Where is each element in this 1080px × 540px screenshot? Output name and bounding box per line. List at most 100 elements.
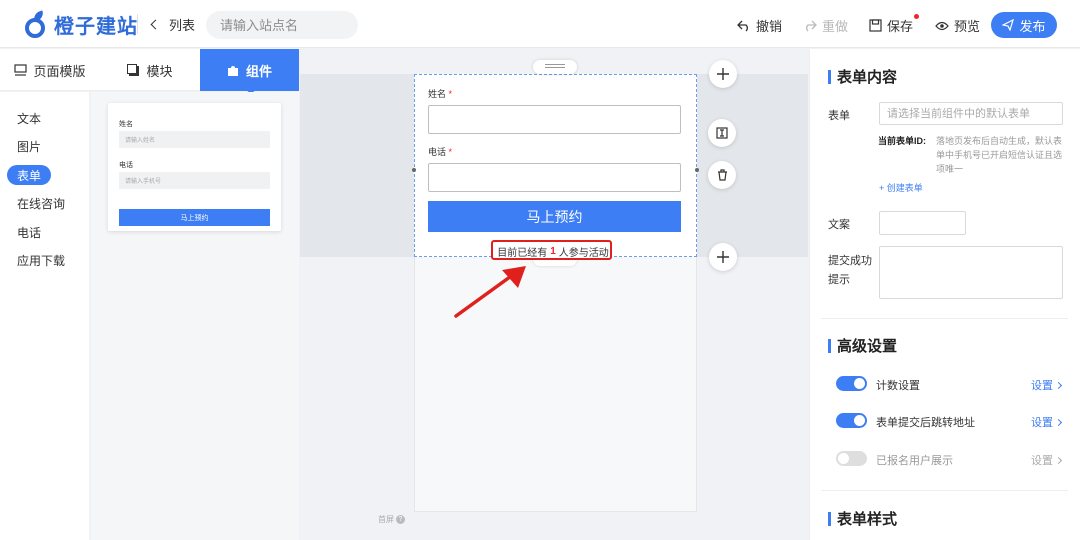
save-label: 保存 xyxy=(887,19,914,34)
component-panel: 姓名 请输入姓名 电话 请输入手机号 马上预约 xyxy=(91,92,299,540)
tab-modules[interactable]: 模块 xyxy=(100,49,200,91)
save-icon xyxy=(869,19,882,32)
registered-users-label: 已报名用户展示 xyxy=(876,455,953,467)
help-icon[interactable]: ? xyxy=(396,515,405,524)
brand-name: 橙子建站 xyxy=(54,16,138,38)
redo-label: 重做 xyxy=(822,19,849,34)
back-label: 列表 xyxy=(169,18,196,33)
category-image[interactable]: 图片 xyxy=(7,136,51,156)
plus-icon xyxy=(717,68,729,80)
back-to-list-link[interactable]: 列表 xyxy=(150,15,196,34)
publish-label: 发布 xyxy=(1019,18,1046,34)
setting-link-label: 设置 xyxy=(1031,380,1053,392)
annotation-arrow-icon xyxy=(454,266,526,318)
redirect-url-label: 表单提交后跳转地址 xyxy=(876,417,975,429)
create-form-link[interactable]: + 创建表单 xyxy=(879,181,923,194)
registered-users-link[interactable]: 设置 xyxy=(1031,452,1063,468)
required-mark: * xyxy=(448,89,453,99)
divider xyxy=(137,14,138,34)
component-category-list: 文本 图片 表单 在线咨询 电话 应用下载 xyxy=(0,92,90,540)
preview-submit-button: 马上预约 xyxy=(119,209,270,226)
puzzle-icon xyxy=(227,65,238,76)
category-app-download[interactable]: 应用下载 xyxy=(7,250,75,270)
category-online-consult[interactable]: 在线咨询 xyxy=(7,193,75,213)
preview-phone-label: 电话 xyxy=(119,162,133,169)
success-label-line2: 提示 xyxy=(828,274,850,286)
redirect-url-link[interactable]: 设置 xyxy=(1031,414,1063,430)
send-icon xyxy=(1002,19,1015,31)
add-section-above-button[interactable] xyxy=(709,60,737,88)
redo-icon xyxy=(806,20,817,31)
form-select-label: 表单 xyxy=(828,110,850,122)
default-form-select[interactable] xyxy=(879,102,1063,125)
resize-dot-right[interactable] xyxy=(695,168,699,172)
module-icon xyxy=(127,63,140,76)
success-tip-textarea[interactable] xyxy=(879,246,1063,299)
form-style-title: 表单样式 xyxy=(828,508,897,529)
category-form[interactable]: 表单 xyxy=(7,165,52,185)
publish-button[interactable]: 发布 xyxy=(991,12,1057,38)
tab-page-templates[interactable]: 页面模版 xyxy=(0,49,100,91)
count-setting-toggle[interactable] xyxy=(836,376,867,391)
component-tabs: 页面模版 模块 组件 xyxy=(0,49,299,94)
section-divider xyxy=(821,318,1068,319)
phone-label-text: 电话 xyxy=(428,147,447,157)
undo-icon xyxy=(737,20,748,31)
copy-label: 文案 xyxy=(828,219,850,231)
tab-label: 页面模版 xyxy=(33,63,86,79)
success-label-line1: 提交成功 xyxy=(828,255,872,267)
first-screen-label: 首屏 xyxy=(378,515,394,524)
advanced-settings-title: 高级设置 xyxy=(828,335,897,356)
chevron-right-icon xyxy=(1054,456,1063,464)
save-button[interactable]: 保存 xyxy=(869,14,920,35)
insert-icon xyxy=(716,127,728,139)
chevron-left-icon xyxy=(150,19,161,30)
insert-component-button[interactable] xyxy=(708,119,736,147)
count-setting-link[interactable]: 设置 xyxy=(1031,377,1063,393)
site-name-input[interactable] xyxy=(206,11,358,39)
preview-phone-input: 请输入手机号 xyxy=(119,172,270,189)
tab-components[interactable]: 组件 xyxy=(200,49,299,91)
count-setting-label: 计数设置 xyxy=(876,380,920,392)
tab-label: 模块 xyxy=(146,63,173,79)
unsaved-dot xyxy=(914,14,920,19)
save-label-wrap: 保存 xyxy=(887,14,920,35)
delete-component-button[interactable] xyxy=(708,161,736,189)
preview-button[interactable]: 预览 xyxy=(935,16,980,35)
category-text[interactable]: 文本 xyxy=(7,108,51,128)
top-bar: 橙子建站 列表 撤销 重做 保存 预览 发布 xyxy=(0,0,1080,48)
add-section-below-button[interactable] xyxy=(709,243,737,271)
phone-input[interactable] xyxy=(428,163,681,192)
redirect-url-toggle[interactable] xyxy=(836,413,867,428)
template-icon xyxy=(14,63,28,76)
form-name-label: 姓名 * xyxy=(428,87,452,100)
current-form-id-hint: 落地页发布后自动生成，默认表单中手机号已开启短信认证且选项唯一 xyxy=(936,136,1063,174)
chevron-right-icon xyxy=(1054,418,1063,426)
current-form-id-key: 当前表单ID: xyxy=(878,136,926,146)
setting-link-label: 设置 xyxy=(1031,417,1053,429)
eye-icon xyxy=(935,21,949,30)
resize-dot-left[interactable] xyxy=(412,168,416,172)
form-component-card[interactable]: 姓名 请输入姓名 电话 请输入手机号 马上预约 xyxy=(108,103,281,231)
copy-input[interactable] xyxy=(879,211,966,235)
registered-users-toggle[interactable] xyxy=(836,451,867,466)
name-input[interactable] xyxy=(428,105,681,134)
section-divider xyxy=(821,490,1068,491)
preview-name-label: 姓名 xyxy=(119,121,133,128)
form-content-title: 表单内容 xyxy=(828,66,897,87)
book-now-button[interactable]: 马上预约 xyxy=(428,201,681,232)
setting-link-label: 设置 xyxy=(1031,455,1053,467)
annotation-highlight-box xyxy=(491,240,612,260)
first-screen-marker: 首屏 ? xyxy=(378,514,405,525)
drag-handle-top[interactable] xyxy=(533,60,577,74)
category-phone[interactable]: 电话 xyxy=(7,222,51,242)
trash-icon xyxy=(717,169,727,181)
plus-icon xyxy=(717,251,729,263)
form-phone-label: 电话 * xyxy=(428,145,452,158)
brand-logo[interactable]: 橙子建站 xyxy=(24,9,138,39)
redo-button[interactable]: 重做 xyxy=(803,16,848,35)
chevron-right-icon xyxy=(1054,381,1063,389)
preview-label: 预览 xyxy=(954,19,981,34)
name-label-text: 姓名 xyxy=(428,89,447,99)
undo-button[interactable]: 撤销 xyxy=(737,16,782,35)
